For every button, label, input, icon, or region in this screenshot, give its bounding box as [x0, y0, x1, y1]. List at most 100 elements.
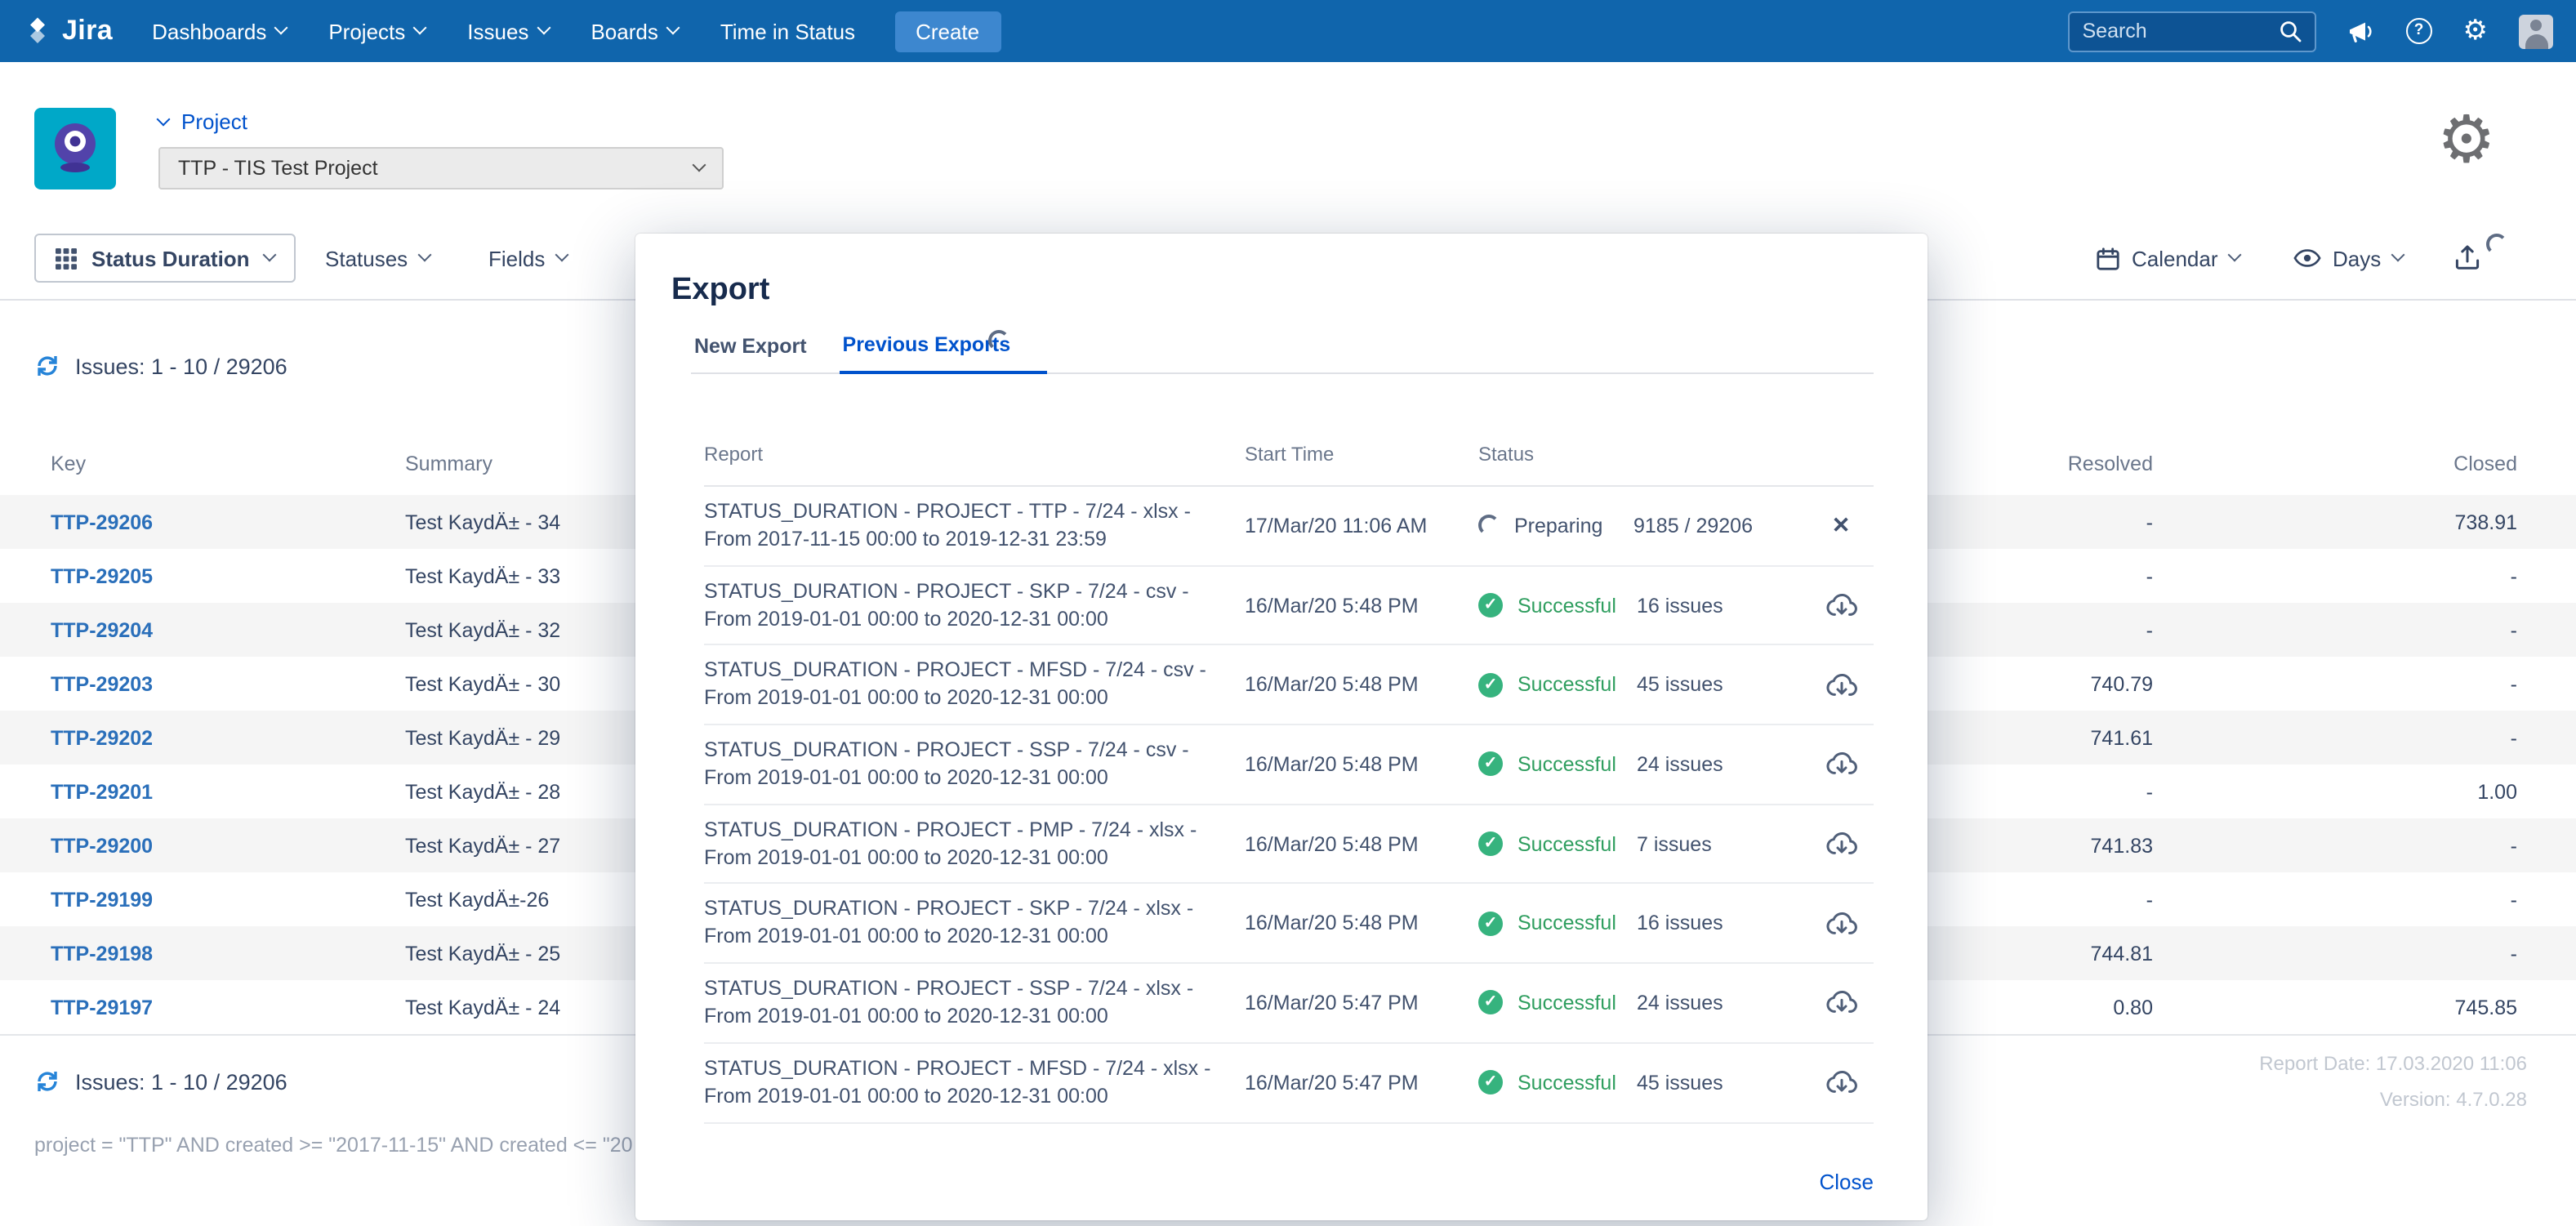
- refresh-icon[interactable]: [34, 1068, 60, 1094]
- column-header-key: Key: [51, 453, 405, 475]
- export-tabs: New Export Previous Exports: [691, 325, 1874, 374]
- create-button[interactable]: Create: [894, 11, 1001, 51]
- export-start-time: 16/Mar/20 5:48 PM: [1245, 832, 1478, 855]
- nav-item[interactable]: Dashboards: [152, 19, 286, 43]
- issue-resolved: -: [1957, 510, 2153, 533]
- issues-count-top: Issues: 1 - 10 / 29206: [34, 353, 287, 379]
- announcements-megaphone-icon[interactable]: [2347, 19, 2375, 43]
- export-row: STATUS_DURATION - PROJECT - SKP - 7/24 -…: [704, 566, 1874, 645]
- export-status: Preparing 9185 / 29206: [1478, 515, 1808, 537]
- issue-resolved: 740.79: [1957, 672, 2153, 695]
- export-report-line2: From 2019-01-01 00:00 to 2020-12-31 00:0…: [704, 924, 1219, 952]
- statuses-dropdown[interactable]: Statuses: [325, 234, 429, 283]
- download-export-icon[interactable]: [1825, 593, 1856, 617]
- download-export-icon[interactable]: [1825, 672, 1856, 697]
- user-avatar[interactable]: [2519, 14, 2553, 48]
- fields-dropdown[interactable]: Fields: [488, 234, 566, 283]
- download-export-icon[interactable]: [1825, 1070, 1856, 1094]
- export-report: STATUS_DURATION - PROJECT - MFSD - 7/24 …: [704, 657, 1245, 712]
- chevron-down-icon: [555, 248, 568, 262]
- success-check-icon: [1478, 831, 1503, 856]
- days-dropdown[interactable]: Days: [2293, 234, 2402, 283]
- nav-item-label: Boards: [591, 19, 657, 43]
- dialog-title: Export: [671, 273, 769, 309]
- export-row: STATUS_DURATION - PROJECT - TTP - 7/24 -…: [704, 487, 1874, 566]
- export-row: STATUS_DURATION - PROJECT - PMP - 7/24 -…: [704, 805, 1874, 885]
- issue-key[interactable]: TTP-29201: [51, 780, 405, 803]
- status-duration-button[interactable]: Status Duration: [34, 234, 296, 283]
- calendar-dropdown[interactable]: Calendar: [2096, 234, 2240, 283]
- settings-gear-icon[interactable]: ⚙: [2437, 108, 2496, 173]
- nav-item-label: Dashboards: [152, 19, 266, 43]
- export-loading-spinner: [2486, 234, 2507, 255]
- success-check-icon: [1478, 1070, 1503, 1094]
- search-input[interactable]: [2083, 20, 2269, 42]
- issue-key[interactable]: TTP-29198: [51, 942, 405, 965]
- project-select[interactable]: TTP - TIS Test Project: [158, 147, 724, 189]
- export-status-label: Preparing: [1514, 515, 1619, 537]
- export-report-line2: From 2019-01-01 00:00 to 2020-12-31 00:0…: [704, 1082, 1219, 1110]
- export-report-line2: From 2019-01-01 00:00 to 2020-12-31 00:0…: [704, 684, 1219, 712]
- column-header-resolved: Resolved: [1957, 453, 2153, 475]
- issue-key[interactable]: TTP-29203: [51, 672, 405, 695]
- issue-closed: -: [2153, 618, 2517, 641]
- project-breadcrumb[interactable]: Project: [158, 109, 247, 134]
- export-status: Successful 24 issues: [1478, 991, 1808, 1015]
- chevron-down-icon: [274, 21, 288, 35]
- export-status-label: Successful: [1518, 832, 1622, 855]
- nav-item[interactable]: Time in Status: [720, 19, 855, 43]
- download-export-icon[interactable]: [1825, 912, 1856, 936]
- export-icon[interactable]: [2453, 243, 2481, 279]
- issue-key[interactable]: TTP-29205: [51, 564, 405, 587]
- help-icon[interactable]: [2406, 18, 2432, 44]
- export-row: STATUS_DURATION - PROJECT - MFSD - 7/24 …: [704, 646, 1874, 725]
- export-status: Successful 45 issues: [1478, 672, 1808, 697]
- admin-gear-icon[interactable]: ⚙: [2463, 17, 2489, 45]
- issue-key[interactable]: TTP-29206: [51, 510, 405, 533]
- nav-item[interactable]: Boards: [591, 19, 677, 43]
- issue-key[interactable]: TTP-29199: [51, 888, 405, 911]
- report-version: Version: 4.7.0.28: [2259, 1081, 2527, 1117]
- refresh-icon[interactable]: [34, 353, 60, 379]
- close-button[interactable]: Close: [1820, 1170, 1874, 1194]
- cancel-export-icon[interactable]: [1832, 515, 1851, 537]
- chevron-down-icon: [413, 21, 427, 35]
- download-export-icon[interactable]: [1825, 991, 1856, 1015]
- export-status: Successful 16 issues: [1478, 912, 1808, 936]
- export-status-label: Successful: [1518, 673, 1622, 696]
- export-status: Successful 7 issues: [1478, 831, 1808, 856]
- export-action: [1808, 912, 1874, 936]
- export-status: Successful 16 issues: [1478, 593, 1808, 617]
- download-export-icon[interactable]: [1825, 752, 1856, 777]
- export-start-time: 17/Mar/20 11:06 AM: [1245, 515, 1478, 537]
- download-export-icon[interactable]: [1825, 831, 1856, 856]
- issue-resolved: -: [1957, 618, 2153, 641]
- success-check-icon: [1478, 752, 1503, 777]
- export-row: STATUS_DURATION - PROJECT - SKP - 7/24 -…: [704, 885, 1874, 964]
- export-report-line1: STATUS_DURATION - PROJECT - MFSD - 7/24 …: [704, 657, 1219, 684]
- export-status-label: Successful: [1518, 992, 1622, 1014]
- issue-key[interactable]: TTP-29200: [51, 834, 405, 857]
- export-report-line1: STATUS_DURATION - PROJECT - SKP - 7/24 -…: [704, 896, 1219, 924]
- project-avatar: [34, 108, 116, 189]
- jira-logo[interactable]: Jira: [23, 15, 113, 47]
- jql-query-text: project = "TTP" AND created >= "2017-11-…: [34, 1134, 632, 1157]
- column-header-status: Status: [1478, 443, 1808, 466]
- tab-new-export[interactable]: New Export: [691, 335, 810, 372]
- export-status-label: Successful: [1518, 912, 1622, 935]
- success-check-icon: [1478, 672, 1503, 697]
- export-row: STATUS_DURATION - PROJECT - SSP - 7/24 -…: [704, 725, 1874, 805]
- issue-key[interactable]: TTP-29202: [51, 726, 405, 749]
- tab-previous-exports[interactable]: Previous Exports: [840, 333, 1047, 374]
- success-check-icon: [1478, 593, 1503, 617]
- export-report-line1: STATUS_DURATION - PROJECT - SKP - 7/24 -…: [704, 577, 1219, 605]
- issue-closed: -: [2153, 564, 2517, 587]
- export-report-line1: STATUS_DURATION - PROJECT - SSP - 7/24 -…: [704, 737, 1219, 765]
- nav-item[interactable]: Issues: [467, 19, 548, 43]
- issue-key[interactable]: TTP-29197: [51, 996, 405, 1019]
- nav-item[interactable]: Projects: [328, 19, 425, 43]
- statuses-label: Statuses: [325, 246, 408, 270]
- search-icon[interactable]: [2279, 20, 2302, 42]
- issue-key[interactable]: TTP-29204: [51, 618, 405, 641]
- top-navbar: Jira Dashboards Projects Issues Boards T…: [0, 0, 2576, 62]
